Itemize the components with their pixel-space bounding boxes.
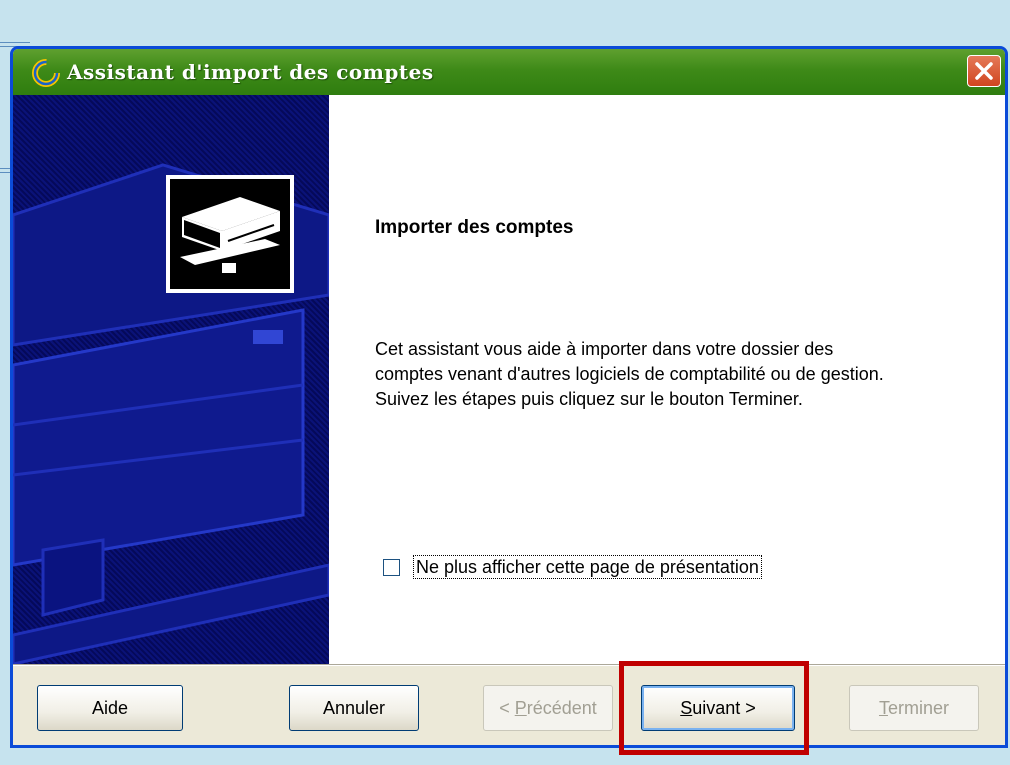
previous-mnemonic: P [514,698,527,718]
finish-rest: erminer [887,698,949,718]
app-c-icon [32,59,60,87]
page-heading: Importer des comptes [375,217,574,238]
finish-button[interactable]: Terminer [849,685,979,731]
wizard-main-panel: Importer des comptes Cet assistant vous … [329,95,1005,664]
close-icon [975,62,993,80]
wizard-content: Importer des comptes Cet assistant vous … [13,95,1005,664]
hide-intro-checkbox-label[interactable]: Ne plus afficher cette page de présentat… [413,555,762,579]
next-button[interactable]: Suivant > [641,685,795,731]
wizard-side-panel [13,95,329,664]
title-bar[interactable]: Assistant d'import des comptes [13,49,1005,96]
close-button[interactable] [967,55,1001,87]
window-title: Assistant d'import des comptes [67,60,434,84]
next-mnemonic: S [680,698,693,718]
cancel-button[interactable]: Annuler [289,685,419,731]
help-button[interactable]: Aide [37,685,183,731]
previous-button[interactable]: < Précédent [483,685,613,731]
page-description: Cet assistant vous aide à importer dans … [375,339,884,409]
hard-drive-icon [166,175,294,293]
hide-intro-checkbox-row[interactable]: Ne plus afficher cette page de présentat… [383,555,762,579]
previous-prefix: < [499,698,515,718]
previous-rest: récédent [526,698,597,718]
next-rest: uivant > [692,698,756,718]
hide-intro-checkbox[interactable] [383,558,400,576]
button-separator [13,664,1005,666]
wizard-window: Assistant d'import des comptes Importer … [10,46,1008,748]
finish-mnemonic: T [878,698,888,718]
